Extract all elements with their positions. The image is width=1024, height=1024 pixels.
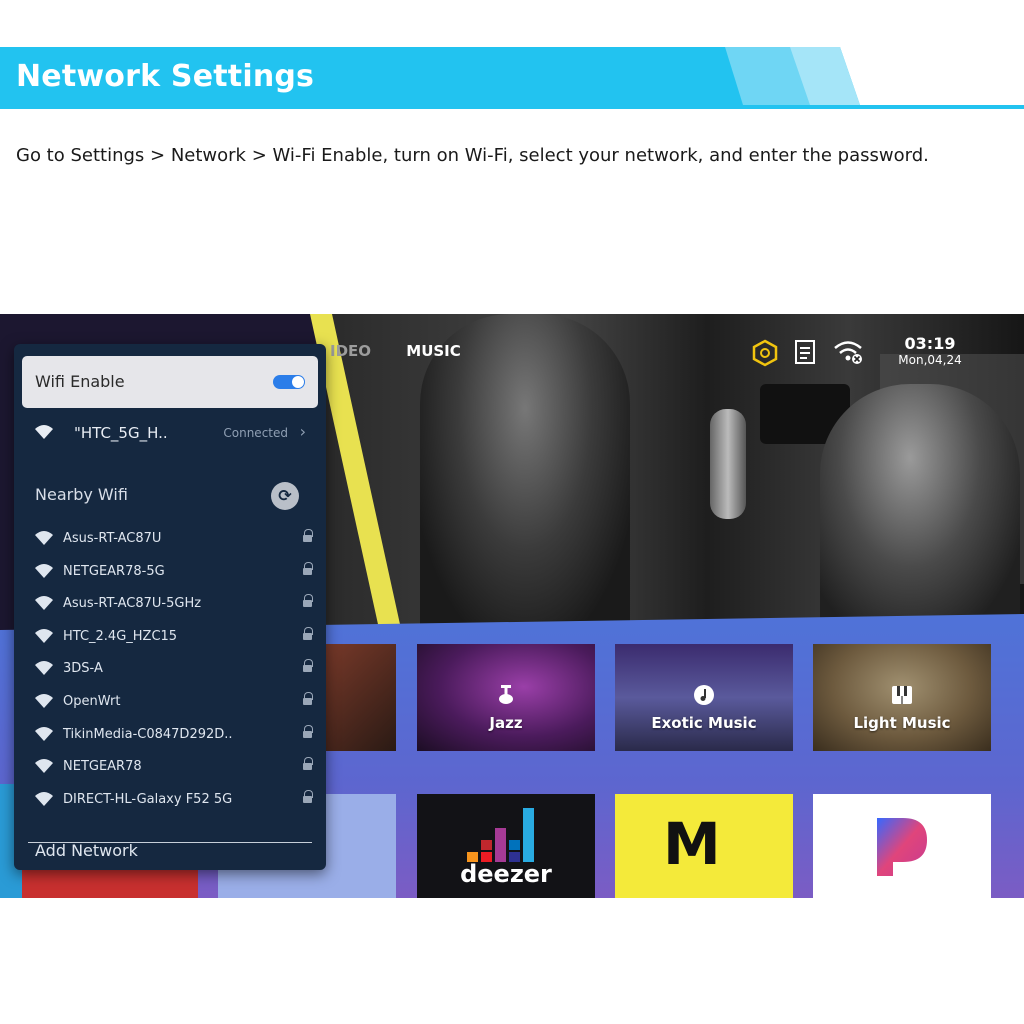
hero-singer [420,314,630,630]
guitar-icon [495,684,517,711]
network-name: Asus-RT-AC87U [63,531,162,546]
network-item[interactable]: 3DS-A [34,658,313,691]
refresh-button[interactable]: ⟳ [271,482,299,510]
status-bar: 03:19 Mon,04,24 [750,334,1020,384]
wifi-icon [35,628,53,643]
network-name: TikinMedia-C0847D292D.. [63,726,233,742]
wifi-disconnected-icon[interactable] [832,338,862,368]
refresh-icon: ⟳ [278,486,292,505]
clock-time: 03:19 [904,334,956,353]
network-name: 3DS-A [63,661,103,677]
tab-video[interactable]: IDEO [330,342,371,360]
network-item[interactable]: DIRECT-HL-Galaxy F52 5G [34,789,313,822]
network-name: OpenWrt [63,693,121,709]
wifi-enable-label: Wifi Enable [35,372,125,391]
network-name: DIRECT-HL-Galaxy F52 5G [63,791,233,807]
tab-music[interactable]: MUSIC [406,342,461,360]
settings-hexagon-icon[interactable] [750,338,780,368]
chevron-right-icon: › [299,422,306,441]
connected-network-row[interactable]: "HTC_5G_H.. Connected › [34,422,310,448]
tile-partial[interactable] [320,644,396,751]
wifi-icon [35,425,53,439]
lock-icon [303,626,313,642]
wifi-panel: Wifi Enable "HTC_5G_H.. Connected › Near… [14,344,326,870]
notes-icon[interactable] [790,338,820,368]
network-name: NETGEAR78-5G [63,563,165,579]
instructions-text: Go to Settings > Network > Wi-Fi Enable,… [16,145,929,166]
wifi-icon [35,661,53,676]
clock-date: Mon,04,24 [898,353,962,367]
wifi-icon [35,759,53,774]
lock-icon [303,757,313,772]
tile-label: Light Music [853,714,951,732]
tile-deezer[interactable]: deezer [417,794,595,898]
network-name: Asus-RT-AC87U-5GHz [63,596,202,612]
hero-microphone [710,409,746,519]
lock-icon [303,691,313,707]
piano-icon [891,684,913,711]
nearby-wifi-label: Nearby Wifi [35,485,128,504]
network-item[interactable]: HTC_2.4G_HZC15 [34,626,313,659]
lock-icon [303,529,313,544]
music-note-icon [693,684,715,711]
wifi-enable-row[interactable]: Wifi Enable [22,356,318,408]
lock-icon [303,594,313,609]
clock: 03:19 Mon,04,24 [890,334,970,367]
network-item[interactable]: OpenWrt [34,691,313,724]
lock-icon [303,659,313,674]
pandora-logo-icon [873,814,931,880]
wifi-icon [35,726,53,741]
wifi-toggle[interactable] [273,375,305,389]
wifi-icon [35,596,53,611]
tile-pandora[interactable] [813,794,991,898]
tile-jazz[interactable]: Jazz [417,644,595,751]
lock-icon [303,789,313,805]
network-name: HTC_2.4G_HZC15 [63,628,178,644]
network-item[interactable]: NETGEAR78-5G [34,561,313,594]
tv-screen: IDEO MUSIC 03:19 Mon,04,24 Jazz Exotic M… [0,314,1024,898]
connected-network-name: "HTC_5G_H.. [74,424,168,442]
wifi-icon [35,791,53,806]
network-item[interactable]: TikinMedia-C0847D292D.. [34,724,313,757]
banner-underline [0,105,1024,109]
network-item[interactable]: Asus-RT-AC87U-5GHz [34,593,313,626]
network-item[interactable]: NETGEAR78 [34,756,313,789]
toggle-knob [292,376,304,388]
header-banner: Network Settings [0,47,1024,109]
lock-icon [303,724,313,740]
mtv-logo-icon: M TV [663,810,752,878]
tile-mtv[interactable]: M TV [615,794,793,898]
network-item[interactable]: Asus-RT-AC87U [34,528,313,561]
wifi-icon [35,563,53,578]
nearby-network-list: Asus-RT-AC87U NETGEAR78-5G Asus-RT-AC87U-5… [34,528,313,822]
hero-cameraman [820,384,1020,630]
page-title: Network Settings [16,59,315,94]
wifi-icon [35,693,53,708]
deezer-logo-icon [467,808,547,862]
tv-top-nav: IDEO MUSIC [330,342,461,360]
tile-light-music[interactable]: Light Music [813,644,991,751]
lock-icon [303,561,313,577]
wifi-icon [35,531,53,545]
tile-label: Jazz [489,714,523,732]
add-network-button[interactable]: Add Network [35,841,138,860]
deezer-wordmark: deezer [460,860,552,888]
connected-status: Connected [223,426,288,440]
tile-label: Exotic Music [651,714,757,732]
tile-exotic-music[interactable]: Exotic Music [615,644,793,751]
network-name: NETGEAR78 [63,759,142,775]
